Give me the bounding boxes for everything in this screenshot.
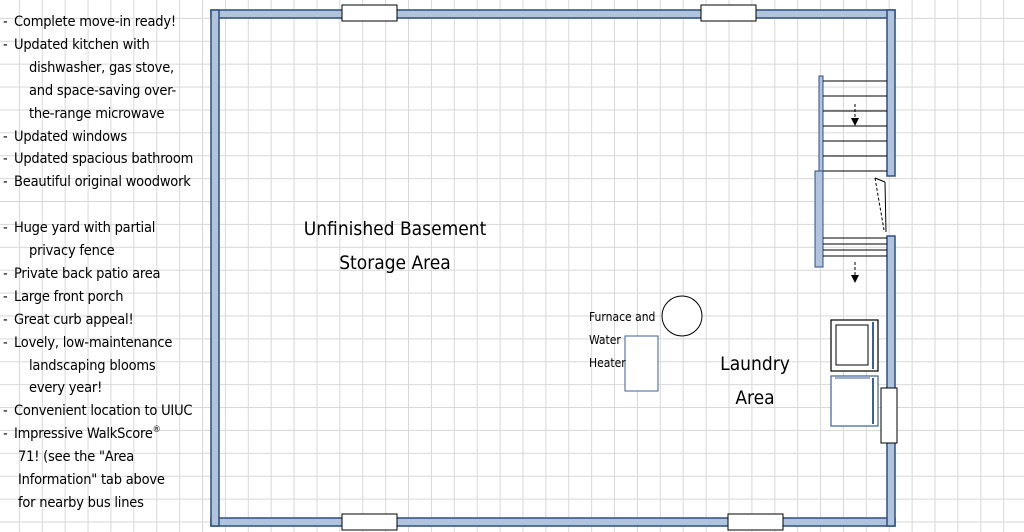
stair-upper-rail bbox=[818, 75, 824, 172]
furnace-label-line3: Heater bbox=[589, 356, 626, 370]
wall-top bbox=[210, 9, 896, 19]
window-right bbox=[880, 387, 898, 444]
dryer-icon bbox=[830, 375, 879, 427]
laundry-area-label-line2: Area bbox=[735, 387, 775, 409]
furnace-circle-icon bbox=[661, 295, 703, 337]
window-top-left bbox=[341, 4, 398, 22]
stair-arrow-upper-icon bbox=[851, 104, 859, 126]
door-swing-icon bbox=[874, 177, 887, 233]
furnace-label-line1: Furnace and bbox=[589, 310, 656, 324]
wall-bottom bbox=[210, 517, 896, 527]
stair-landing-wall bbox=[814, 170, 824, 268]
wall-right-upper bbox=[886, 9, 896, 177]
furnace-label: Furnace and Water Heater bbox=[589, 306, 655, 375]
storage-area-label-line2: Storage Area bbox=[339, 252, 451, 274]
furnace-label-line2: Water bbox=[589, 333, 621, 347]
storage-area-label: Unfinished Basement Storage Area bbox=[290, 212, 500, 280]
window-bottom-left bbox=[341, 513, 398, 531]
stairs-lower bbox=[814, 170, 887, 283]
laundry-area-label: Laundry Area bbox=[705, 347, 805, 415]
laundry-area-label-line1: Laundry bbox=[720, 353, 790, 375]
window-top-right bbox=[700, 4, 757, 22]
window-bottom-right bbox=[727, 513, 784, 531]
wall-right-lower bbox=[886, 235, 896, 527]
storage-area-label-line1: Unfinished Basement bbox=[303, 218, 487, 240]
washer-icon bbox=[830, 319, 879, 372]
stairs-upper bbox=[818, 75, 887, 172]
wall-left bbox=[210, 9, 220, 527]
floor-plan bbox=[210, 4, 898, 531]
stair-arrow-lower-icon bbox=[851, 262, 859, 283]
